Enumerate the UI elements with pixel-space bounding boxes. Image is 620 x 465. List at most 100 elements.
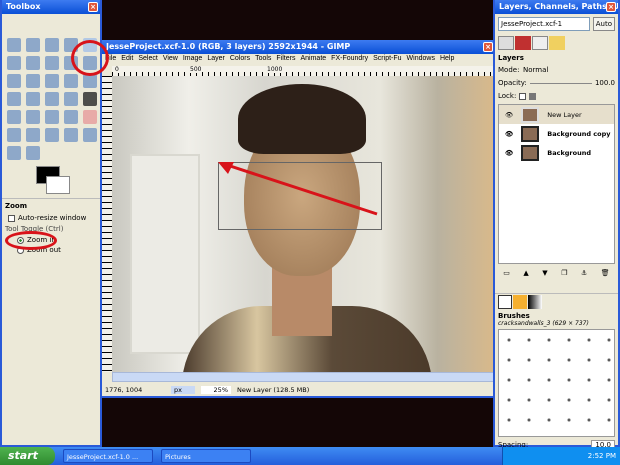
lock-label: Lock:: [498, 92, 517, 100]
auto-resize-checkbox[interactable]: [8, 214, 15, 222]
anchor-icon[interactable]: ⚓: [581, 269, 587, 277]
brush-grid[interactable]: [498, 329, 615, 437]
layers-tab-icon[interactable]: [498, 36, 514, 50]
raise-layer-icon[interactable]: ▲: [523, 269, 528, 277]
lower-layer-icon[interactable]: ▼: [542, 269, 547, 277]
zoom-select[interactable]: 25%: [201, 386, 231, 394]
paths-tab-icon[interactable]: [532, 36, 548, 50]
text-tool-icon[interactable]: [64, 92, 78, 106]
dock-title: Layers, Channels, Paths, Undo: [499, 2, 618, 11]
menu-select[interactable]: Select: [138, 55, 157, 65]
clone-tool-icon[interactable]: [45, 128, 59, 142]
eraser-tool-icon[interactable]: [83, 110, 97, 124]
paintbrush-tool-icon[interactable]: [64, 110, 78, 124]
menu-windows[interactable]: Windows: [407, 55, 435, 65]
horizontal-ruler[interactable]: 0 500 1000: [112, 66, 495, 76]
smudge-tool-icon[interactable]: [7, 146, 21, 160]
pencil-tool-icon[interactable]: [45, 110, 59, 124]
free-select-tool-icon[interactable]: [45, 38, 59, 52]
fuzzy-select-tool-icon[interactable]: [7, 56, 21, 70]
menu-colors[interactable]: Colors: [230, 55, 250, 65]
delete-icon[interactable]: 🗑: [601, 269, 610, 277]
layers-dock: Layers, Channels, Paths, Undo× JesseProj…: [493, 0, 620, 450]
opacity-slider[interactable]: [529, 82, 592, 84]
brush-name: cracksandwalls_3 (629 × 737): [498, 320, 589, 327]
duplicate-layer-icon[interactable]: ❐: [561, 269, 567, 277]
ruler-mark: 1000: [267, 66, 283, 73]
align-tool-icon[interactable]: [7, 74, 21, 88]
close-icon[interactable]: ×: [88, 2, 98, 12]
airbrush-tool-icon[interactable]: [7, 128, 21, 142]
mode-label: Mode:: [498, 66, 520, 74]
eye-icon[interactable]: 👁: [505, 130, 513, 138]
heal-tool-icon[interactable]: [64, 128, 78, 142]
dodge-tool-icon[interactable]: [26, 146, 40, 160]
eye-icon[interactable]: 👁: [505, 149, 513, 157]
scale-tool-icon[interactable]: [83, 74, 97, 88]
image-select[interactable]: JesseProject.xcf-1: [498, 17, 590, 31]
new-layer-icon[interactable]: ▭: [503, 269, 510, 277]
close-icon[interactable]: ×: [606, 2, 616, 12]
auto-button[interactable]: Auto: [592, 17, 615, 31]
gradient-tab-icon[interactable]: [528, 295, 542, 309]
ruler-mark: 500: [190, 66, 202, 73]
shear-tool-icon[interactable]: [7, 92, 21, 106]
move-tool-icon[interactable]: [26, 74, 40, 88]
opacity-value[interactable]: 100.0: [595, 79, 615, 87]
menu-tools[interactable]: Tools: [255, 55, 271, 65]
menu-image[interactable]: Image: [183, 55, 202, 65]
menu-help[interactable]: Help: [440, 55, 454, 65]
taskbar-pictures[interactable]: Pictures: [161, 449, 251, 463]
rotate-tool-icon[interactable]: [64, 74, 78, 88]
mode-select[interactable]: Normal: [523, 66, 615, 74]
color-picker-tool-icon[interactable]: [45, 56, 59, 70]
clock: 2:52 PM: [587, 452, 616, 460]
vertical-ruler[interactable]: [102, 76, 112, 372]
channels-tab-icon[interactable]: [515, 36, 531, 50]
eye-icon[interactable]: 👁: [505, 111, 513, 119]
crop-tool-icon[interactable]: [45, 74, 59, 88]
menu-view[interactable]: View: [163, 55, 178, 65]
lock-alpha-icon[interactable]: [529, 92, 537, 100]
menu-fx-foundry[interactable]: FX-Foundry: [331, 55, 368, 65]
layer-row[interactable]: 👁 Background: [499, 143, 614, 162]
menu-layer[interactable]: Layer: [207, 55, 225, 65]
unit-select[interactable]: px: [171, 386, 195, 394]
layer-name: New Layer: [547, 110, 582, 119]
text-tool-icon[interactable]: [83, 92, 97, 106]
ink-tool-icon[interactable]: [26, 128, 40, 142]
close-icon[interactable]: ×: [483, 42, 493, 52]
menu-animate[interactable]: Animate: [300, 55, 326, 65]
layers-list: 👁 New Layer 👁 Background copy 👁 Background: [498, 104, 615, 264]
taskbar: start JesseProject.xcf-1.0 ... Pictures …: [0, 447, 620, 465]
brush-tab-icon[interactable]: [498, 295, 512, 309]
bucket-fill-tool-icon[interactable]: [7, 110, 21, 124]
menu-edit[interactable]: Edit: [121, 55, 133, 65]
lock-pixels-checkbox[interactable]: [519, 92, 527, 100]
start-button[interactable]: start: [0, 447, 55, 465]
system-tray: 2:52 PM: [502, 447, 620, 465]
flip-tool-icon[interactable]: [45, 92, 59, 106]
layer-row[interactable]: 👁 Background copy: [499, 124, 614, 143]
ruler-mark: 0: [115, 66, 119, 73]
pattern-tab-icon[interactable]: [513, 295, 527, 309]
blend-tool-icon[interactable]: [26, 110, 40, 124]
rect-select-tool-icon[interactable]: [7, 38, 21, 52]
ellipse-select-tool-icon[interactable]: [26, 38, 40, 52]
menu-script-fu[interactable]: Script-Fu: [373, 55, 401, 65]
toolbox-titlebar[interactable]: Toolbox ×: [2, 0, 100, 14]
dock-titlebar[interactable]: Layers, Channels, Paths, Undo×: [495, 0, 618, 14]
blur-tool-icon[interactable]: [83, 128, 97, 142]
layer-row[interactable]: 👁 New Layer: [499, 105, 614, 124]
perspective-tool-icon[interactable]: [26, 92, 40, 106]
undo-tab-icon[interactable]: [549, 36, 565, 50]
horizontal-scrollbar[interactable]: [112, 372, 495, 382]
pointer-coords: 1776, 1004: [105, 386, 143, 394]
taskbar-gimp[interactable]: JesseProject.xcf-1.0 ...: [63, 449, 153, 463]
bg-color-swatch[interactable]: [46, 176, 70, 194]
image-canvas[interactable]: [112, 76, 495, 372]
menu-filters[interactable]: Filters: [276, 55, 295, 65]
image-window-title: JesseProject.xcf-1.0 (RGB, 3 layers) 259…: [106, 42, 351, 51]
foreground-select-tool-icon[interactable]: [26, 56, 40, 70]
image-titlebar[interactable]: JesseProject.xcf-1.0 (RGB, 3 layers) 259…: [102, 40, 495, 54]
